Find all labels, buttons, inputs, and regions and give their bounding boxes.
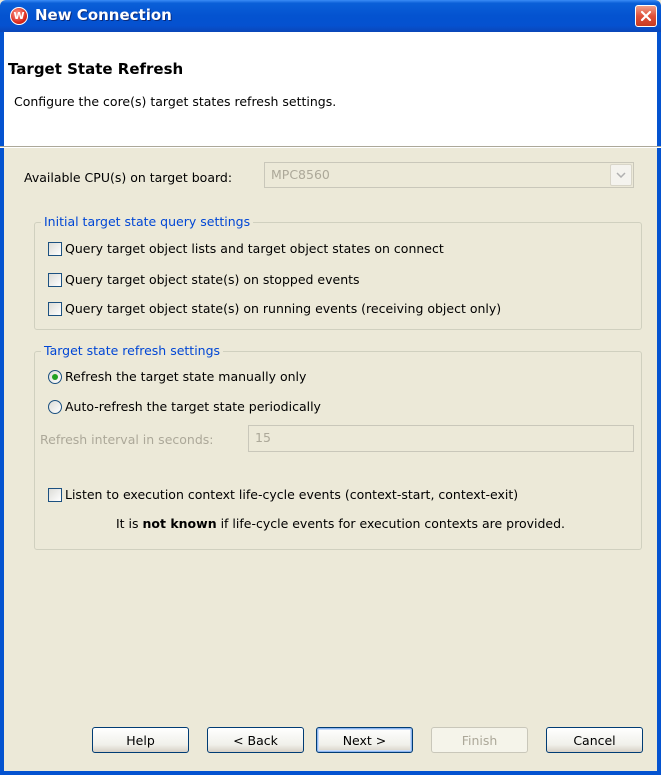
listen-lifecycle-checkbox[interactable]: Listen to execution context life-cycle e… bbox=[48, 487, 518, 502]
page-title: Target State Refresh bbox=[8, 60, 184, 78]
initial-query-group-title: Initial target state query settings bbox=[41, 214, 254, 229]
radio-selected-dot bbox=[52, 373, 58, 380]
finish-button[interactable]: Finish bbox=[431, 727, 528, 753]
new-connection-dialog: W New Connection Target State Refresh Co… bbox=[0, 0, 661, 775]
query-on-running-checkbox[interactable]: Query target object state(s) on running … bbox=[48, 301, 501, 316]
radio-button[interactable] bbox=[48, 369, 62, 384]
cpu-select-value: MPC8560 bbox=[271, 167, 330, 182]
lifecycle-note: It is not known if life-cycle events for… bbox=[116, 516, 565, 531]
cpu-label: Available CPU(s) on target board: bbox=[24, 170, 233, 185]
chevron-down-icon bbox=[616, 172, 626, 178]
cpu-select-dropdown-button[interactable] bbox=[610, 164, 632, 186]
checkbox-label: Listen to execution context life-cycle e… bbox=[65, 487, 519, 502]
help-button[interactable]: Help bbox=[92, 727, 189, 753]
app-icon: W bbox=[10, 7, 28, 25]
cpu-select[interactable]: MPC8560 bbox=[264, 162, 634, 188]
refresh-auto-radio[interactable]: Auto-refresh the target state periodical… bbox=[48, 399, 321, 414]
refresh-manual-radio[interactable]: Refresh the target state manually only bbox=[48, 369, 306, 384]
checkbox-label: Query target object state(s) on running … bbox=[65, 301, 502, 316]
query-on-stopped-checkbox[interactable]: Query target object state(s) on stopped … bbox=[48, 272, 360, 287]
note-suffix: if life-cycle events for execution conte… bbox=[216, 516, 566, 531]
checkbox-box[interactable] bbox=[48, 487, 62, 502]
checkbox-box[interactable] bbox=[48, 241, 62, 256]
query-on-connect-checkbox[interactable]: Query target object lists and target obj… bbox=[48, 241, 444, 256]
title-bar[interactable]: W New Connection bbox=[0, 0, 661, 32]
back-button[interactable]: < Back bbox=[207, 727, 304, 753]
app-icon-glyph: W bbox=[13, 10, 25, 22]
page-description: Configure the core(s) target states refr… bbox=[14, 94, 337, 109]
refresh-interval-input[interactable]: 15 bbox=[248, 425, 634, 452]
refresh-interval-label: Refresh interval in seconds: bbox=[40, 432, 214, 447]
radio-label: Refresh the target state manually only bbox=[65, 369, 307, 384]
radio-label: Auto-refresh the target state periodical… bbox=[65, 399, 321, 414]
refresh-settings-group-title: Target state refresh settings bbox=[41, 343, 224, 358]
radio-button[interactable] bbox=[48, 399, 62, 414]
next-button[interactable]: Next > bbox=[316, 727, 413, 753]
close-icon bbox=[640, 10, 652, 22]
note-prefix: It is bbox=[116, 516, 143, 531]
window-title: New Connection bbox=[35, 6, 172, 24]
cancel-button[interactable]: Cancel bbox=[546, 727, 643, 753]
close-button[interactable] bbox=[635, 5, 657, 27]
note-emphasis: not known bbox=[142, 516, 217, 531]
wizard-header: Target State Refresh Configure the core(… bbox=[0, 32, 661, 146]
checkbox-label: Query target object state(s) on stopped … bbox=[65, 272, 360, 287]
checkbox-label: Query target object lists and target obj… bbox=[65, 241, 444, 256]
checkbox-box[interactable] bbox=[48, 301, 62, 316]
checkbox-box[interactable] bbox=[48, 272, 62, 287]
